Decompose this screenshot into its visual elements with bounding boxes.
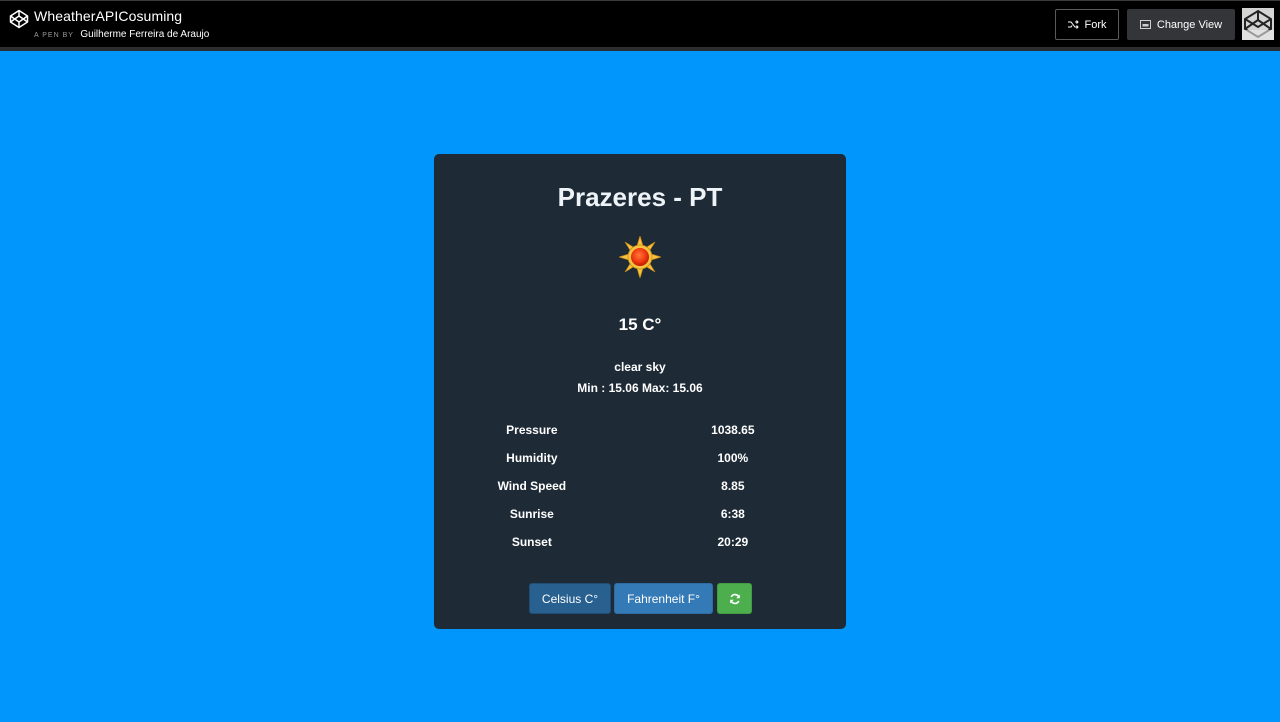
header-border — [0, 47, 1280, 51]
weather-description: clear sky — [614, 360, 666, 374]
refresh-icon — [729, 593, 740, 604]
stat-row-sunset: Sunset 20:29 — [486, 528, 796, 556]
avatar[interactable] — [1242, 8, 1274, 40]
stat-value: 1038.65 — [711, 423, 755, 437]
pen-author-link[interactable]: Guilherme Ferreira de Araujo — [80, 29, 209, 40]
refresh-button[interactable] — [717, 583, 752, 614]
stat-label: Wind Speed — [497, 479, 567, 493]
fork-label: Fork — [1084, 18, 1107, 31]
fork-button[interactable]: Fork — [1055, 9, 1119, 40]
unit-button-group: Celsius C° Fahrenheit F° — [529, 583, 752, 614]
pen-details: WheatherAPICosuming A PEN BY Guilherme F… — [9, 8, 209, 41]
stat-row-wind-speed: Wind Speed 8.85 — [486, 472, 796, 500]
stat-label: Humidity — [506, 451, 558, 465]
stat-value: 100% — [717, 451, 749, 465]
stat-value: 20:29 — [717, 535, 749, 549]
stat-row-humidity: Humidity 100% — [486, 444, 796, 472]
pen-by-label: A PEN BY — [34, 32, 74, 39]
stat-value: 6:38 — [720, 507, 745, 521]
fork-icon — [1067, 20, 1079, 29]
stat-row-sunrise: Sunrise 6:38 — [486, 500, 796, 528]
weather-card: Prazeres - PT 15 C° clear sky Min: 15.0… — [434, 154, 846, 629]
codepen-header: WheatherAPICosuming A PEN BY Guilherme F… — [0, 0, 1280, 47]
celsius-button[interactable]: Celsius C° — [529, 583, 611, 614]
fahrenheit-button[interactable]: Fahrenheit F° — [614, 583, 713, 614]
stat-value: 8.85 — [721, 479, 745, 493]
layout-icon — [1139, 20, 1151, 29]
location-title: Prazeres - PT — [557, 182, 723, 212]
weather-stats-table: Pressure 1038.65 Humidity 100% Wind Spee… — [486, 416, 796, 556]
min-max-temperature: Min : 15.06 Max: 15.06 — [577, 381, 703, 395]
change-view-label: Change View — [1156, 18, 1223, 31]
temperature: 15 C° — [618, 315, 662, 334]
stat-label: Sunrise — [509, 507, 554, 521]
pen-title[interactable]: WheatherAPICosuming — [34, 8, 209, 25]
stat-label: Pressure — [506, 423, 558, 437]
stat-label: Sunset — [511, 535, 552, 549]
stat-row-pressure: Pressure 1038.65 — [486, 416, 796, 444]
sun-icon — [617, 234, 663, 280]
change-view-button[interactable]: Change View — [1127, 9, 1235, 40]
codepen-logo-icon[interactable] — [9, 9, 29, 29]
